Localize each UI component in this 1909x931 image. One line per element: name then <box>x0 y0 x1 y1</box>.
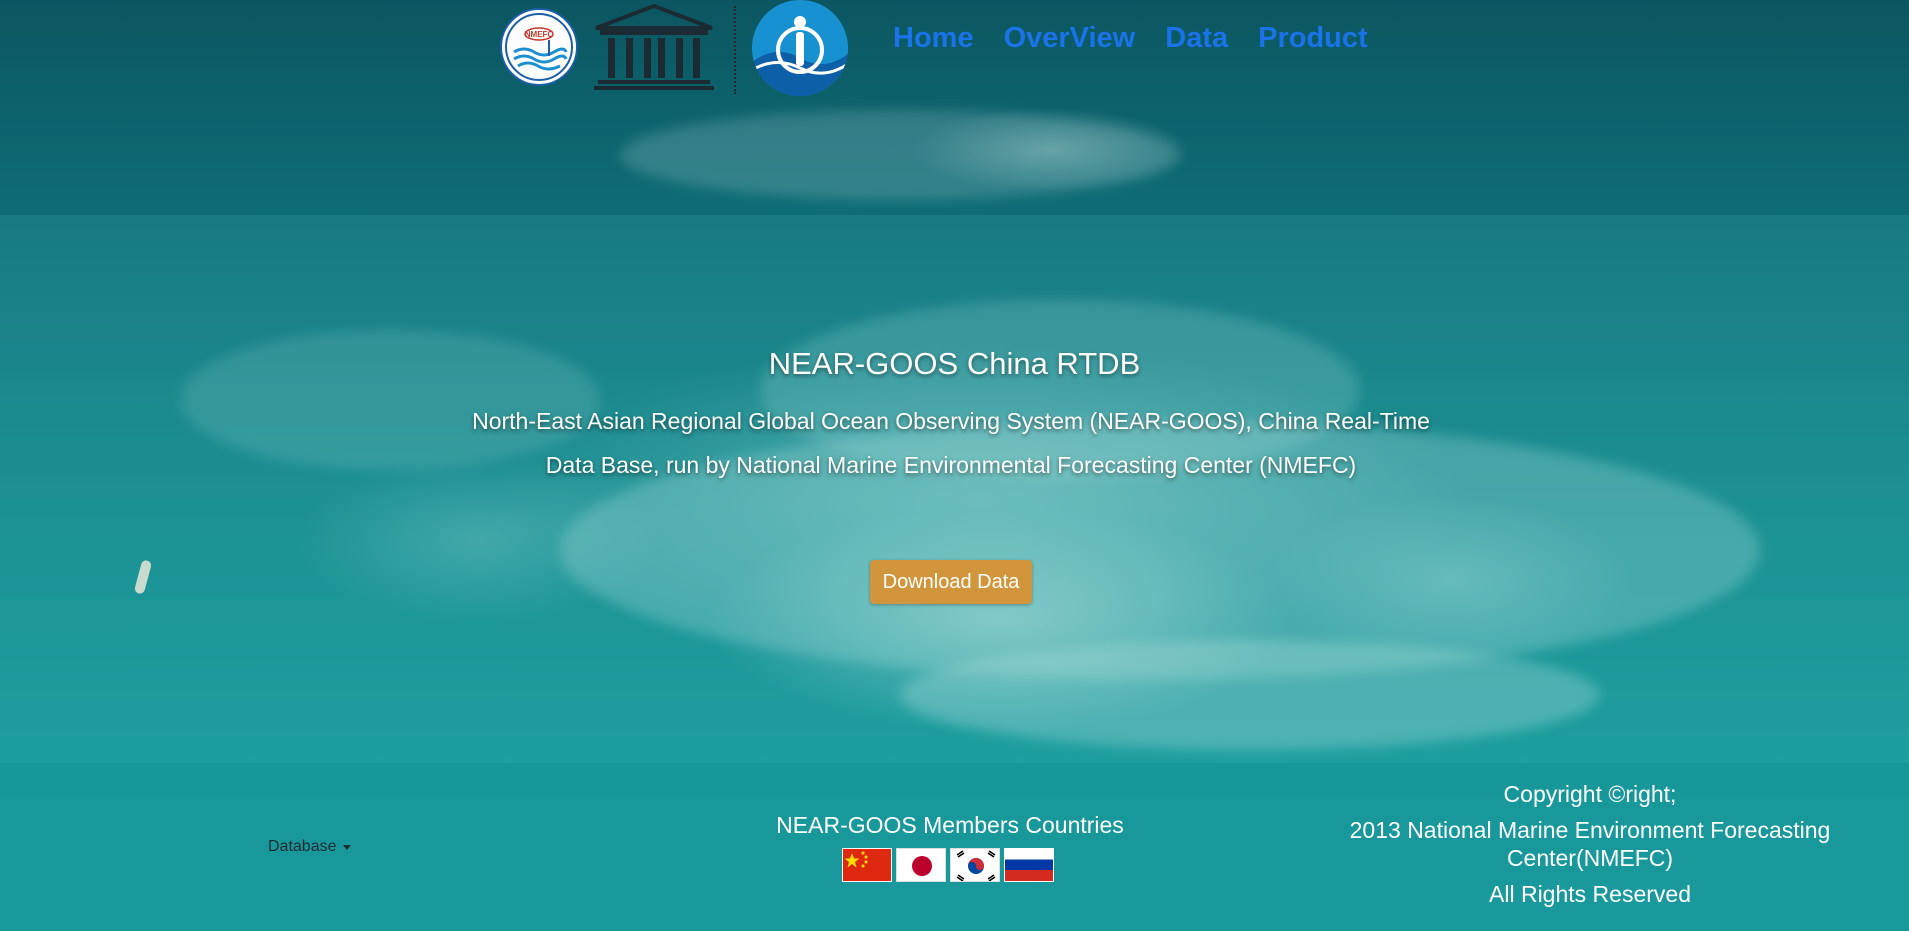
nav-overview[interactable]: OverView <box>1004 20 1136 56</box>
hero-title: NEAR-GOOS China RTDB <box>768 346 1141 381</box>
main-nav: Home OverView Data Product <box>893 20 1368 56</box>
unesco-temple-icon[interactable] <box>592 3 716 92</box>
ioc-wave-icon[interactable] <box>752 0 848 96</box>
hero-description: North-East Asian Regional Global Ocean O… <box>472 408 1430 478</box>
hero-band <box>0 215 1909 763</box>
nav-product[interactable]: Product <box>1258 20 1368 56</box>
logo-divider <box>734 6 736 94</box>
copyright-rights: All Rights Reserved <box>1489 881 1691 907</box>
nmefc-logo-icon[interactable]: NMEFC <box>500 8 578 86</box>
copyright-line: Copyright ©right; <box>1503 781 1677 807</box>
china-flag-icon[interactable] <box>842 848 892 882</box>
caret-down-icon <box>342 844 351 850</box>
database-label: Database <box>268 838 337 855</box>
nmefc-logo-text: NMEFC <box>525 30 554 39</box>
member-flags <box>842 848 1054 882</box>
russia-flag-icon[interactable] <box>1004 848 1054 882</box>
nav-home[interactable]: Home <box>893 20 974 56</box>
copyright-organization: 2013 National Marine Environment Forecas… <box>1349 817 1831 871</box>
header: NMEFC Home OverView Data Product <box>0 0 1909 96</box>
japan-flag-icon[interactable] <box>896 848 946 882</box>
nav-data[interactable]: Data <box>1165 20 1228 56</box>
download-data-button[interactable]: Download Data <box>870 560 1032 604</box>
wave-foam <box>620 110 1180 200</box>
page-background: NMEFC Home OverView Data Product NEAR-GO… <box>0 0 1909 931</box>
copyright-block: Copyright ©right; 2013 National Marine E… <box>1320 780 1860 908</box>
korea-flag-icon[interactable] <box>950 848 1000 882</box>
database-dropdown[interactable]: Database <box>268 838 351 856</box>
members-title: NEAR-GOOS Members Countries <box>776 812 1124 838</box>
